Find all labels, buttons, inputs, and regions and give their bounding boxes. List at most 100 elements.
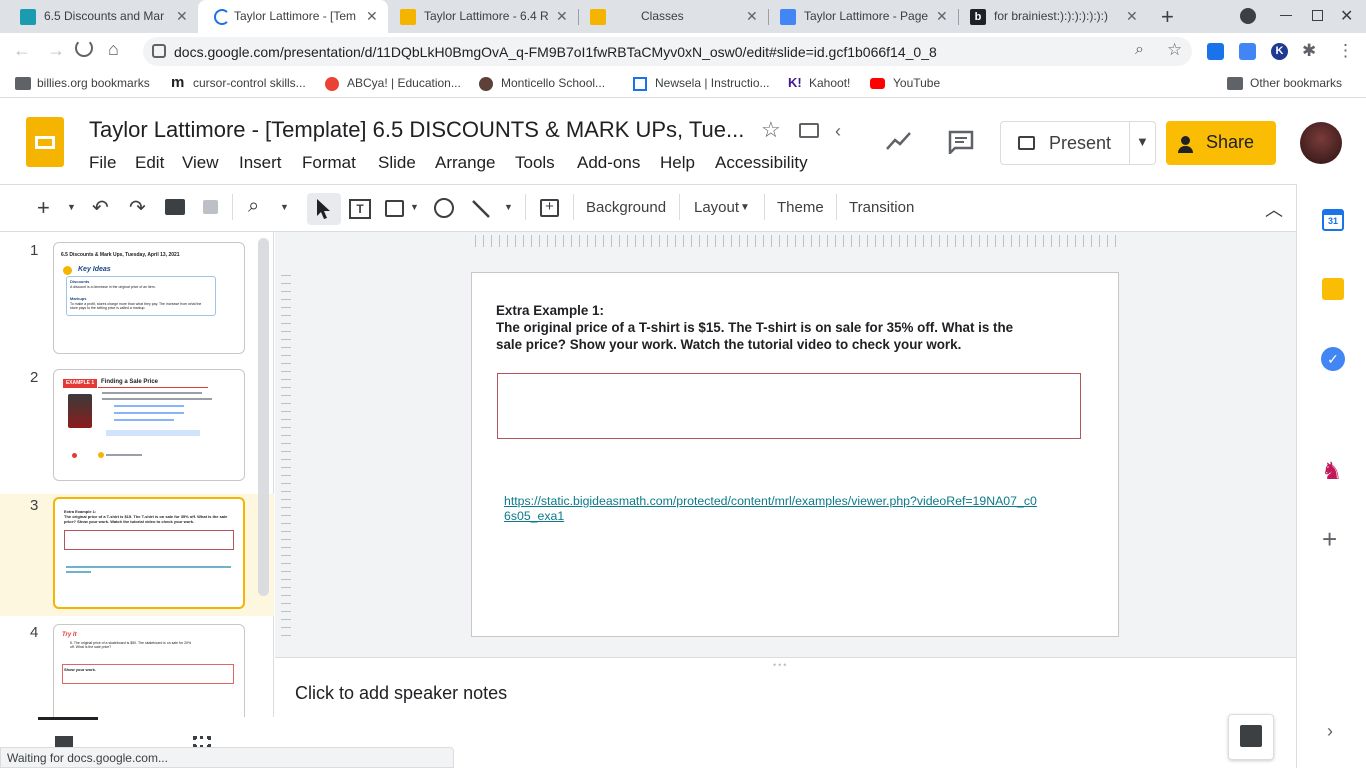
- bookmark-newsela[interactable]: Newsela | Instructio...: [655, 76, 770, 90]
- paint-format-icon[interactable]: [203, 200, 218, 214]
- site-info-icon[interactable]: [152, 44, 166, 58]
- present-options-chevron-icon[interactable]: ▼: [1136, 134, 1149, 149]
- keep-icon[interactable]: [1322, 278, 1344, 300]
- slide-thumbnail-1[interactable]: 6.5 Discounts & Mark Ups, Tuesday, April…: [53, 242, 245, 354]
- extension-arrow-icon[interactable]: [1239, 43, 1256, 60]
- redo-icon[interactable]: ↷: [129, 195, 146, 220]
- background-button[interactable]: Background: [586, 199, 666, 216]
- bookmark-monticello[interactable]: Monticello School...: [501, 76, 605, 90]
- current-slide[interactable]: Extra Example 1: The original price of a…: [471, 272, 1119, 637]
- browser-tab-strip: 6.5 Discounts and Mar ✕ Taylor Lattimore…: [0, 0, 1366, 33]
- forward-icon[interactable]: →: [47, 40, 65, 61]
- addon-unicorn-icon[interactable]: ♞: [1321, 457, 1343, 486]
- explore-button[interactable]: [1228, 714, 1274, 760]
- tab-page[interactable]: Taylor Lattimore - Page ✕: [768, 0, 958, 33]
- move-folder-icon[interactable]: [799, 123, 819, 138]
- menu-format[interactable]: Format: [302, 153, 356, 173]
- calendar-icon[interactable]: 31: [1322, 209, 1344, 231]
- activity-dashboard-icon[interactable]: [886, 131, 912, 151]
- collapse-toolbar-icon[interactable]: ︿: [1265, 196, 1283, 222]
- close-tab-icon[interactable]: ✕: [176, 8, 188, 24]
- tab-lesson-64[interactable]: Taylor Lattimore - 6.4 R ✕: [388, 0, 578, 33]
- browser-menu-icon[interactable]: ⋮: [1337, 41, 1354, 61]
- account-avatar[interactable]: [1300, 122, 1342, 164]
- tab-search-icon[interactable]: [1240, 8, 1256, 24]
- menu-tools[interactable]: Tools: [515, 153, 555, 173]
- close-tab-icon[interactable]: ✕: [936, 8, 948, 24]
- slide-text-box[interactable]: Extra Example 1: The original price of a…: [496, 302, 1013, 353]
- image-icon[interactable]: [385, 200, 404, 217]
- work-answer-box[interactable]: [497, 373, 1081, 439]
- minimize-icon[interactable]: [1280, 15, 1292, 16]
- text-box-icon[interactable]: T: [349, 199, 371, 219]
- expand-panel-icon[interactable]: ›: [1327, 721, 1333, 742]
- tab-discounts[interactable]: 6.5 Discounts and Mar ✕: [0, 0, 198, 33]
- reload-icon[interactable]: [75, 39, 93, 57]
- notes-resize-handle[interactable]: •••: [773, 660, 788, 670]
- comments-icon[interactable]: [948, 130, 974, 154]
- url-text: docs.google.com/presentation/d/11DQbLkH0…: [174, 44, 937, 60]
- line-icon[interactable]: [471, 199, 491, 219]
- transition-button[interactable]: Transition: [849, 199, 914, 216]
- layout-button[interactable]: Layout: [694, 199, 739, 216]
- bookmark-abcya[interactable]: ABCya! | Education...: [347, 76, 461, 90]
- slide-thumbnail-4[interactable]: Try It 5. The original price of a skateb…: [53, 624, 245, 724]
- extension-globe-icon[interactable]: [1207, 43, 1224, 60]
- new-slide-icon[interactable]: +: [37, 195, 50, 221]
- star-icon[interactable]: ☆: [761, 117, 781, 143]
- close-window-icon[interactable]: ✕: [1340, 6, 1353, 26]
- bookmark-billies[interactable]: billies.org bookmarks: [37, 76, 150, 90]
- tab-brainiest[interactable]: b for brainiest:):):):):):):) ✕: [958, 0, 1148, 33]
- slides-logo-icon[interactable]: [26, 117, 64, 167]
- present-button[interactable]: Present ▼: [1000, 121, 1156, 165]
- bookmark-cursor-control[interactable]: cursor-control skills...: [193, 76, 306, 90]
- shape-icon[interactable]: [434, 198, 454, 218]
- undo-icon[interactable]: ↶: [92, 195, 109, 220]
- get-addons-icon[interactable]: +: [1322, 524, 1337, 555]
- menu-edit[interactable]: Edit: [135, 153, 164, 173]
- close-tab-icon[interactable]: ✕: [1126, 8, 1138, 24]
- tab-template[interactable]: Taylor Lattimore - [Temp ✕: [198, 0, 388, 33]
- tasks-icon[interactable]: ✓: [1321, 347, 1345, 371]
- share-button[interactable]: Share: [1166, 121, 1276, 165]
- document-title[interactable]: Taylor Lattimore - [Template] 6.5 DISCOU…: [89, 117, 744, 143]
- bookmark-youtube[interactable]: YouTube: [893, 76, 940, 90]
- menu-arrange[interactable]: Arrange: [435, 153, 495, 173]
- tutorial-video-link[interactable]: https://static.bigideasmath.com/protecte…: [504, 494, 1037, 524]
- slide-thumbnail-2[interactable]: EXAMPLE 1 Finding a Sale Price: [53, 369, 245, 481]
- new-tab-icon[interactable]: +: [1161, 4, 1174, 30]
- bookmark-star-icon[interactable]: ☆: [1167, 40, 1182, 60]
- back-icon[interactable]: ←: [13, 40, 31, 61]
- extension-k-icon[interactable]: K: [1271, 43, 1288, 60]
- theme-button[interactable]: Theme: [777, 199, 824, 216]
- tab-title: Taylor Lattimore - 6.4 R: [424, 9, 549, 23]
- menu-file[interactable]: File: [89, 153, 116, 173]
- close-tab-icon[interactable]: ✕: [556, 8, 568, 24]
- bookmark-kahoot[interactable]: Kahoot!: [809, 76, 850, 90]
- filmstrip-scrollbar[interactable]: [258, 238, 269, 596]
- new-slide-chevron-icon[interactable]: ▼: [67, 202, 76, 212]
- tab-classes[interactable]: Classes ✕: [578, 0, 768, 33]
- close-tab-icon[interactable]: ✕: [366, 8, 378, 24]
- print-icon[interactable]: [165, 199, 185, 215]
- menu-help[interactable]: Help: [660, 153, 695, 173]
- menu-slide[interactable]: Slide: [378, 153, 416, 173]
- line-chevron-icon[interactable]: ▼: [504, 202, 513, 212]
- other-bookmarks[interactable]: Other bookmarks: [1250, 76, 1342, 90]
- slide-thumbnail-3[interactable]: Extra Example 1: The original price of a…: [53, 497, 245, 609]
- zoom-chevron-icon[interactable]: ▼: [280, 202, 289, 212]
- add-comment-icon[interactable]: +: [540, 199, 559, 217]
- zoom-icon[interactable]: ⌕: [1135, 41, 1144, 59]
- menu-view[interactable]: View: [182, 153, 219, 173]
- image-chevron-icon[interactable]: ▼: [410, 202, 419, 212]
- restore-icon[interactable]: [1312, 10, 1323, 21]
- extensions-puzzle-icon[interactable]: ✱: [1302, 41, 1316, 61]
- close-tab-icon[interactable]: ✕: [746, 8, 758, 24]
- menu-accessibility[interactable]: Accessibility: [715, 153, 808, 173]
- layout-chevron-icon[interactable]: ▼: [740, 202, 750, 213]
- menu-insert[interactable]: Insert: [239, 153, 282, 173]
- home-icon[interactable]: ⌂: [108, 39, 119, 60]
- zoom-tool-icon[interactable]: ⌕: [248, 195, 259, 218]
- cloud-status-icon[interactable]: ‹: [835, 121, 841, 142]
- menu-addons[interactable]: Add-ons: [577, 153, 640, 173]
